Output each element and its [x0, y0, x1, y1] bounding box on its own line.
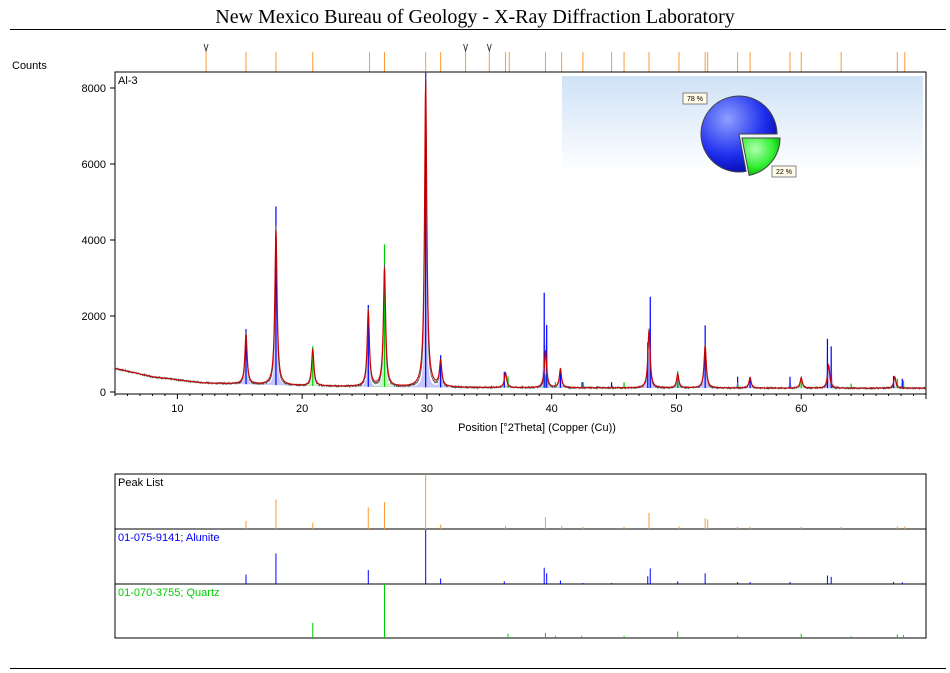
main-plot: 78 %22 % 02000400060008000 10 20 30 40 50 60 … [82, 71, 927, 415]
lane-label-alunite: 01-075-9141; Alunite [118, 532, 220, 544]
y-axis-ticks: 0 2000 4000 6000 8000 [82, 83, 115, 399]
lanes-frame [114, 473, 927, 639]
y-tick-label: 8000 [82, 83, 106, 95]
lane-label-quartz: 01-070-3755; Quartz [118, 587, 220, 599]
x-tick-label: 40 [546, 403, 558, 415]
marker-caret [486, 43, 492, 53]
y-tick-label: 2000 [82, 311, 106, 323]
pie-label-quartz: 22 % [776, 169, 792, 176]
x-axis-label: Position [°2Theta] (Copper (Cu)) [458, 422, 616, 434]
x-tick-label: 20 [296, 403, 308, 415]
x-tick-label: 30 [421, 403, 433, 415]
x-axis-ticks: 10 20 30 40 50 60 [114, 394, 927, 415]
y-axis-label: Counts [12, 60, 47, 72]
x-tick-label: 10 [171, 403, 183, 415]
pie-label-alunite: 78 % [687, 96, 703, 103]
lane-label-peak-list: Peak List [118, 477, 163, 489]
x-tick-label: 50 [670, 403, 682, 415]
marker-strip [203, 43, 906, 72]
xrd-chart: Counts 78 % 22 % 0 2000 4000 6000 8000 10 20 30… [12, 43, 927, 639]
sample-label: Al-3 [118, 75, 138, 87]
marker-caret [463, 43, 469, 53]
reference-lanes: Peak List 01-075-9141; Alunite 01-070-37… [114, 473, 927, 639]
y-tick-label: 0 [100, 387, 106, 399]
marker-caret [203, 43, 209, 53]
y-tick-label: 6000 [82, 159, 106, 171]
y-tick-label: 4000 [82, 235, 106, 247]
x-tick-label: 60 [795, 403, 807, 415]
